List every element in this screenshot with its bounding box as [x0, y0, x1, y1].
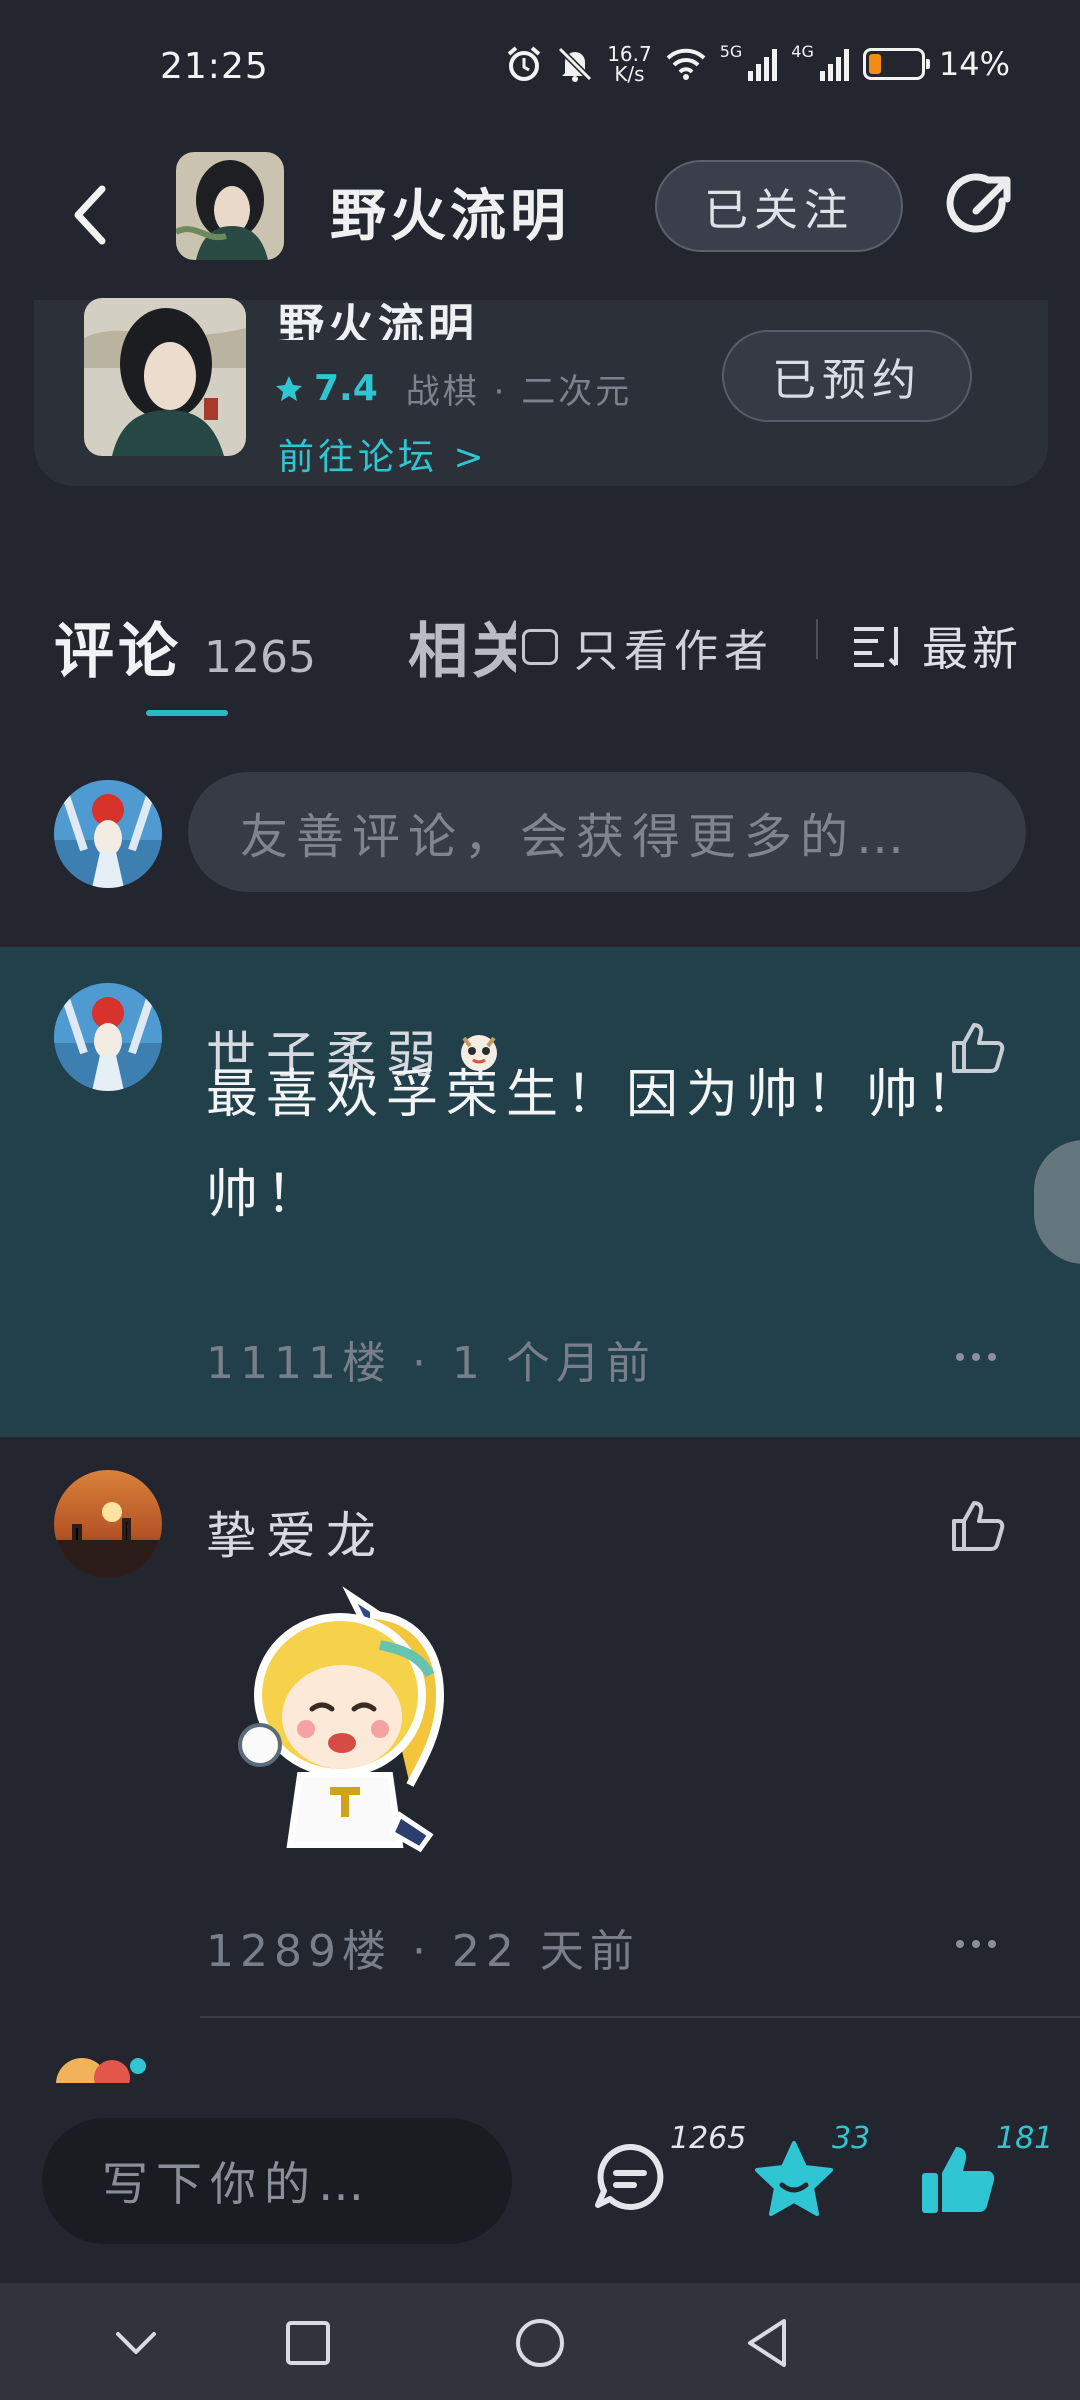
comment-count: 1265	[670, 2121, 747, 2156]
more-button[interactable]	[956, 1940, 996, 1948]
share-button[interactable]	[940, 167, 1020, 247]
star-icon	[276, 375, 302, 401]
sort-icon	[854, 627, 898, 667]
more-button[interactable]	[956, 1353, 996, 1361]
nav-back-button[interactable]	[736, 2311, 800, 2375]
thumbs-up-icon	[952, 1501, 1005, 1551]
follow-button[interactable]: 已关注	[655, 160, 903, 252]
nav-back-icon	[748, 2319, 786, 2367]
nav-recents-icon	[286, 2321, 330, 2365]
more-icon	[956, 1940, 964, 1948]
more-icon	[956, 1353, 964, 1361]
reserve-button[interactable]: 已预约	[722, 330, 972, 422]
bottom-action-bar: 写下你的… 1265 33 181	[0, 2083, 1080, 2283]
page-header: 野火流明 已关注	[0, 135, 1080, 300]
signal-5g-icon	[748, 47, 778, 81]
comment-input[interactable]: 友善评论，会获得更多的…	[188, 772, 1026, 892]
back-arrow-icon	[74, 185, 106, 245]
forum-link[interactable]: 前往论坛 >	[278, 428, 488, 480]
nav-recents-button[interactable]	[276, 2311, 340, 2375]
back-button[interactable]	[60, 175, 120, 255]
favorite-star-icon	[755, 2141, 833, 2216]
battery-icon	[862, 48, 930, 80]
comment-icon	[595, 2143, 664, 2210]
nav-down-icon	[116, 2332, 156, 2354]
game-card[interactable]: 野火流明 7.4 战棋 · 二次元 前往论坛 > 已预约	[34, 298, 1048, 486]
comment-text: 最喜欢孚荣生！因为帅！帅！帅！	[206, 1065, 987, 1225]
commenter-avatar[interactable]	[54, 1470, 162, 1578]
network-speed: 16.7 K/s	[607, 42, 652, 86]
status-time: 21:25	[160, 46, 269, 87]
tab-comments[interactable]: 评论 1265	[54, 603, 316, 690]
battery-percent: 14%	[938, 45, 1010, 83]
net-5g-label: 5G	[719, 42, 743, 61]
signal-4g-icon	[819, 47, 849, 81]
tab-comments-label: 评论	[54, 617, 182, 687]
net-4g-label: 4G	[791, 42, 814, 61]
page-title: 野火流明	[330, 184, 570, 249]
game-name: 野火流明	[278, 299, 478, 340]
comment-item[interactable]: 世子柔弱 最喜欢孚荣生！因为帅！帅！帅！ 1111楼 · 1 个月前	[0, 947, 1080, 1437]
active-tab-indicator	[146, 710, 228, 716]
system-nav-bar	[0, 2283, 1080, 2400]
like-total-button[interactable]	[918, 2139, 1008, 2229]
comment-divider	[200, 2016, 1080, 2018]
game-avatar[interactable]	[176, 152, 284, 260]
like-icon	[922, 2147, 995, 2213]
nav-collapse-button[interactable]	[104, 2311, 168, 2375]
alarm-icon	[507, 46, 541, 81]
game-meta: 7.4 战棋 · 二次元	[274, 364, 632, 413]
my-avatar	[54, 780, 162, 888]
game-cover-image	[84, 298, 246, 456]
share-icon	[946, 173, 1011, 233]
sort-button[interactable]: 最新	[852, 613, 1022, 679]
wifi-icon	[666, 48, 706, 80]
game-rating: 7.4	[314, 368, 378, 409]
comment-meta: 1111楼 · 1 个月前	[206, 1338, 656, 1389]
next-comment-avatar	[42, 2044, 162, 2084]
sort-label: 最新	[922, 622, 1022, 676]
author-only-toggle[interactable]: 只看作者	[516, 615, 774, 679]
favorite-count: 33	[832, 2121, 871, 2156]
tab-divider	[816, 619, 818, 659]
like-button[interactable]	[948, 1495, 1008, 1555]
commenter-avatar[interactable]	[54, 983, 162, 1091]
status-icons: 16.7 K/s 5G 4G 14%	[505, 42, 1010, 86]
checkbox-icon	[522, 629, 558, 665]
nav-home-button[interactable]	[508, 2311, 572, 2375]
commenter-name[interactable]: 挚爱龙	[206, 1496, 386, 1568]
comment-meta: 1289楼 · 22 天前	[206, 1926, 640, 1977]
mute-bell-icon	[558, 46, 593, 82]
sticker-image[interactable]	[230, 1585, 490, 1865]
nav-home-icon	[516, 2319, 564, 2367]
game-tags: 战棋 · 二次元	[405, 372, 633, 412]
author-only-label: 只看作者	[574, 626, 774, 677]
tab-comments-count: 1265	[204, 632, 316, 683]
favorite-button[interactable]	[752, 2139, 842, 2229]
status-bar: 21:25 16.7 K/s 5G 4G 14%	[0, 0, 1080, 135]
comment-button[interactable]	[590, 2139, 680, 2229]
like-count: 181	[996, 2121, 1054, 2156]
reply-input[interactable]: 写下你的…	[42, 2118, 512, 2244]
